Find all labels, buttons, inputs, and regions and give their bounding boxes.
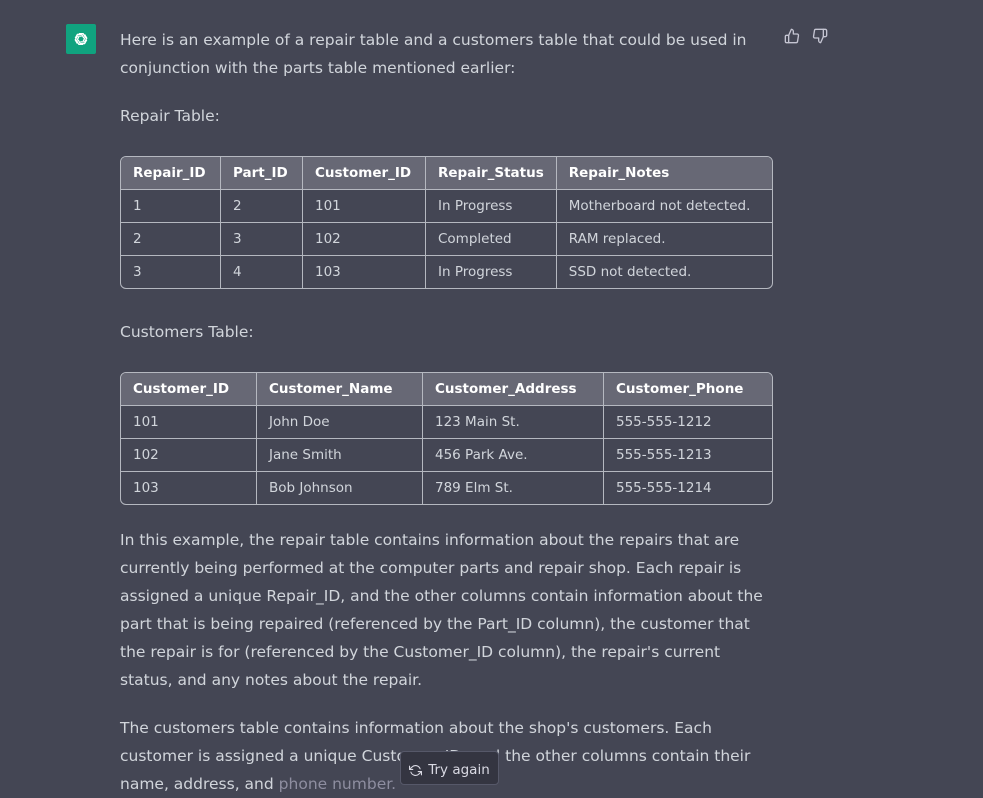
column-header: Part_ID xyxy=(221,157,303,190)
table-cell: RAM replaced. xyxy=(556,223,772,256)
table-cell: 555-555-1214 xyxy=(616,480,712,496)
table-cell: SSD not detected. xyxy=(568,264,692,280)
repair-table-label: Repair Table: xyxy=(120,107,220,125)
table-cell: 102 xyxy=(303,223,426,256)
table-cell: 103 xyxy=(303,256,426,288)
table-cell: 102 xyxy=(121,439,257,472)
column-header: Customer_Phone xyxy=(604,373,772,406)
table-header-row: Customer_ID Customer_Name Customer_Addre… xyxy=(121,373,772,406)
table-cell: 2 xyxy=(221,190,303,223)
table-cell: In Progress xyxy=(426,190,557,223)
table-row: 2 3 102 Completed RAM replaced. xyxy=(121,223,772,256)
table-cell: 1 xyxy=(121,190,221,223)
table-cell: 2 xyxy=(121,223,221,256)
customers-table: Customer_ID Customer_Name Customer_Addre… xyxy=(120,372,773,505)
column-header: Repair_Status xyxy=(426,157,557,190)
table-cell: 3 xyxy=(221,223,303,256)
thumbs-down-icon xyxy=(812,28,828,44)
column-header: Customer_Name xyxy=(257,373,423,406)
table-cell: 555-555-1212 xyxy=(604,406,772,439)
table-cell: Completed xyxy=(426,223,557,256)
column-header: Customer_Address xyxy=(423,373,604,406)
table-header-row: Repair_ID Part_ID Customer_ID Repair_Sta… xyxy=(121,157,772,190)
table-row: 1 2 101 In Progress Motherboard not dete… xyxy=(121,190,772,223)
table-cell: John Doe xyxy=(257,406,423,439)
table-cell: 4 xyxy=(221,256,303,288)
intro-text: Here is an example of a repair table and… xyxy=(120,31,747,77)
thumbs-down-button[interactable] xyxy=(812,27,828,45)
column-header: Customer_ID xyxy=(121,373,257,406)
feedback-buttons xyxy=(784,27,828,45)
thumbs-up-button[interactable] xyxy=(784,27,800,45)
table-row: 3 4 103 In Progress SSD not detected. xyxy=(121,256,772,288)
table-row: 102 Jane Smith 456 Park Ave. 555-555-121… xyxy=(121,439,772,472)
table-row: 101 John Doe 123 Main St. 555-555-1212 xyxy=(121,406,772,439)
faded-text: phone number. xyxy=(278,775,397,793)
assistant-avatar xyxy=(66,24,96,54)
table-cell: 555-555-1213 xyxy=(604,439,772,472)
column-header: Customer_ID xyxy=(303,157,426,190)
repair-table: Repair_ID Part_ID Customer_ID Repair_Sta… xyxy=(120,156,773,289)
column-header: Repair_ID xyxy=(121,157,221,190)
table-cell: 101 xyxy=(303,190,426,223)
try-again-label: Try again xyxy=(428,762,490,778)
table-cell: 456 Park Ave. xyxy=(423,439,604,472)
table-cell: 123 Main St. xyxy=(423,406,604,439)
explanation-paragraph: In this example, the repair table contai… xyxy=(120,531,763,689)
refresh-icon xyxy=(409,765,423,776)
thumbs-up-icon xyxy=(784,28,800,44)
table-cell: 3 xyxy=(121,256,221,288)
table-cell: 101 xyxy=(121,406,257,439)
openai-logo-icon xyxy=(74,32,88,46)
table-cell: Jane Smith xyxy=(257,439,423,472)
table-cell: 789 Elm St. xyxy=(423,472,604,504)
column-header: Repair_Notes xyxy=(556,157,772,190)
customers-table-label: Customers Table: xyxy=(120,323,254,341)
table-row: 103 Bob Johnson 789 Elm St. 555-555-1214 xyxy=(121,472,772,504)
table-cell: In Progress xyxy=(426,256,557,288)
table-cell: Motherboard not detected. xyxy=(556,190,772,223)
assistant-message: Here is an example of a repair table and… xyxy=(120,26,775,798)
table-cell: 103 xyxy=(121,472,257,504)
table-cell: Bob Johnson xyxy=(257,472,423,504)
